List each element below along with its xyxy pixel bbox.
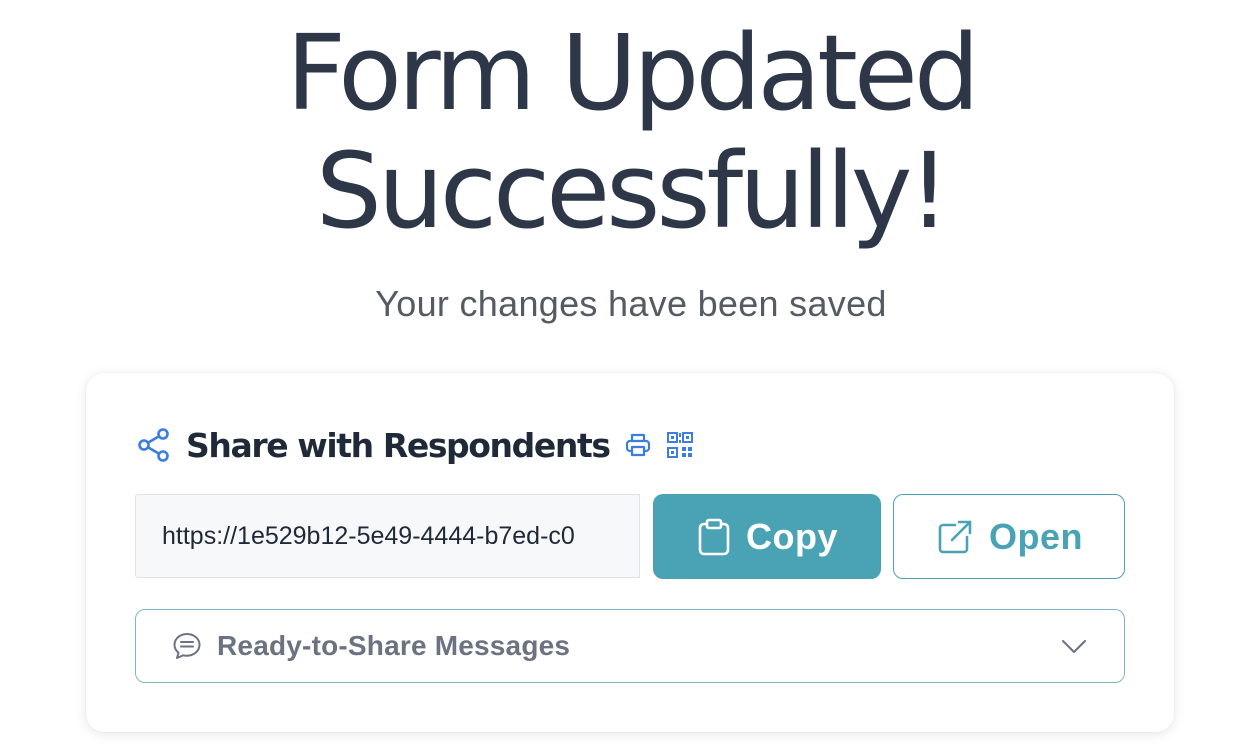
page-title: Form Updated Successfully! xyxy=(0,14,1238,250)
share-url-field[interactable] xyxy=(135,494,640,578)
external-link-icon xyxy=(938,520,972,553)
share-url-input[interactable] xyxy=(136,495,639,577)
page-subtitle: Your changes have been saved xyxy=(375,283,887,324)
share-icon xyxy=(138,428,169,462)
open-button[interactable]: Open xyxy=(893,494,1125,579)
ready-to-share-messages-toggle[interactable]: Ready-to-Share Messages xyxy=(135,609,1125,683)
page-title-line1: Form Updated xyxy=(286,12,980,134)
success-page: Form Updated Successfully! Your changes … xyxy=(0,0,1238,744)
page-title-line2: Successfully! xyxy=(315,130,950,252)
share-header: Share with Respondents xyxy=(136,425,694,465)
open-button-label: Open xyxy=(988,515,1083,557)
chat-bubble-icon xyxy=(173,633,201,659)
clipboard-icon xyxy=(698,518,730,555)
chevron-down-icon xyxy=(1062,640,1086,653)
copy-button[interactable]: Copy xyxy=(653,494,881,579)
printer-icon[interactable] xyxy=(624,431,652,459)
share-title: Share with Respondents xyxy=(186,425,611,465)
copy-button-label: Copy xyxy=(746,515,838,557)
qr-code-icon[interactable] xyxy=(666,431,694,459)
messages-label: Ready-to-Share Messages xyxy=(217,630,571,661)
share-card: Share with Respondents https://1e529b12-… xyxy=(86,373,1174,732)
